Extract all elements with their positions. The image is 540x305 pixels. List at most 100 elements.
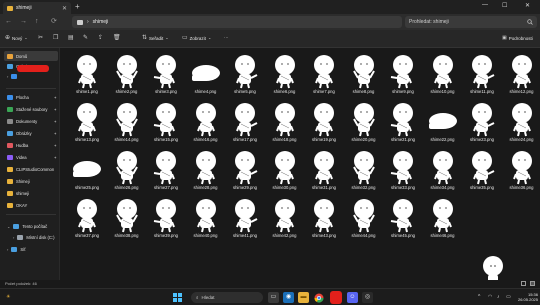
steam-icon[interactable]: ◉	[283, 292, 294, 303]
file-tile[interactable]: shime33.png	[383, 147, 423, 193]
chrome-icon[interactable]	[313, 292, 324, 303]
app-icon[interactable]: ◎	[362, 292, 373, 303]
discord-icon[interactable]: ☺	[347, 292, 358, 303]
weather-icon[interactable]: ☀	[6, 294, 10, 300]
sidebar-item-dokumenty[interactable]: Dokumenty ✦	[4, 116, 58, 126]
file-tile[interactable]: shime37.png	[67, 195, 107, 241]
file-tile[interactable]: shime32.png	[344, 147, 384, 193]
file-tile[interactable]: shime28.png	[186, 147, 226, 193]
details-view-icon[interactable]	[521, 281, 526, 286]
sidebar-item-network[interactable]: › Síť	[4, 244, 58, 254]
file-tile[interactable]: shime6.png	[265, 51, 305, 97]
cut-icon[interactable]: ✂	[38, 35, 43, 41]
file-tile[interactable]: shime16.png	[186, 99, 226, 145]
file-tile[interactable]: shime1.png	[67, 51, 107, 97]
file-tile[interactable]: shime35.png	[462, 147, 502, 193]
clock[interactable]: 15:36 26.05.2025	[514, 292, 538, 302]
sidebar-item-obr-zky[interactable]: Obrázky ✦	[4, 128, 58, 138]
file-tile[interactable]: shime2.png	[107, 51, 147, 97]
breadcrumb-current[interactable]: shimeji	[93, 19, 109, 25]
close-window-button[interactable]: ✕	[525, 2, 530, 9]
volume-icon[interactable]: ♪	[497, 294, 500, 300]
sidebar-item-local-disk[interactable]: › Místní disk (C:)	[10, 232, 64, 242]
tray-overflow-icon[interactable]: ^	[478, 294, 480, 300]
battery-icon[interactable]: ▭	[506, 294, 511, 300]
file-tile[interactable]: shime23.png	[462, 99, 502, 145]
file-tile[interactable]: shime26.png	[107, 147, 147, 193]
file-tile[interactable]: shime30.png	[265, 147, 305, 193]
file-tile[interactable]: shime5.png	[225, 51, 265, 97]
file-tile[interactable]: shime43.png	[304, 195, 344, 241]
file-tile[interactable]: shime40.png	[186, 195, 226, 241]
file-tile[interactable]: shime24.png	[502, 99, 540, 145]
up-arrow-icon[interactable]: ↑	[35, 18, 39, 25]
maximize-button[interactable]: ☐	[502, 2, 507, 9]
taskbar-search[interactable]: ⌕ Hledat	[191, 292, 263, 303]
file-tile[interactable]: shime20.png	[344, 99, 384, 145]
sort-button[interactable]: ⇅ Seřadit ⌄	[142, 35, 169, 41]
file-tile[interactable]: shime11.png	[462, 51, 502, 97]
forward-arrow-icon[interactable]: →	[20, 18, 27, 25]
rename-icon[interactable]: ✎	[83, 35, 88, 41]
file-tile[interactable]: shime25.png	[67, 147, 107, 193]
refresh-icon[interactable]: ⟳	[51, 18, 57, 25]
address-field[interactable]: › shimeji	[72, 16, 402, 28]
file-tile[interactable]: shime7.png	[304, 51, 344, 97]
file-tile[interactable]: shime12.png	[502, 51, 540, 97]
file-tile[interactable]: shime21.png	[383, 99, 423, 145]
details-button[interactable]: ▣ Podrobnosti	[502, 35, 533, 41]
file-tile[interactable]: shime15.png	[146, 99, 186, 145]
search-input[interactable]: Prohledat: shimeji	[405, 16, 537, 28]
new-button[interactable]: ⊕ Nový ⌄	[5, 35, 28, 41]
file-tile[interactable]: shime22.png	[423, 99, 463, 145]
file-tile[interactable]: shime10.png	[423, 51, 463, 97]
sidebar-item-this-pc[interactable]: ⌄ Tento počítač	[4, 221, 58, 231]
redacted-app-icon[interactable]	[330, 291, 342, 304]
file-tile[interactable]: shime13.png	[67, 99, 107, 145]
more-options-button[interactable]: ···	[224, 35, 229, 40]
file-tile[interactable]: shime14.png	[107, 99, 147, 145]
sidebar-item-clipstudiocommon[interactable]: CLIPStudioCommon	[4, 164, 58, 174]
file-tile[interactable]: shime9.png	[383, 51, 423, 97]
file-tile[interactable]: shime41.png	[225, 195, 265, 241]
paste-icon[interactable]: ▤	[68, 35, 74, 41]
wifi-icon[interactable]: ◠	[488, 294, 492, 300]
file-tile[interactable]: shime36.png	[502, 147, 540, 193]
sidebar-item-videa[interactable]: Videa ✦	[4, 152, 58, 162]
file-tile[interactable]: shime45.png	[383, 195, 423, 241]
delete-icon[interactable]: 🗑	[113, 35, 121, 41]
sidebar-item-sta-en-soubory[interactable]: Stažené soubory ✦	[4, 104, 58, 114]
copy-icon[interactable]: ❐	[53, 35, 58, 41]
tab-shimeji[interactable]: shimeji ✕	[3, 2, 71, 14]
file-explorer-icon[interactable]: ▬	[298, 292, 309, 303]
sidebar-item-home[interactable]: Domů	[4, 51, 58, 61]
sidebar-item-hudba[interactable]: Hudba ✦	[4, 140, 58, 150]
tiles-view-icon[interactable]	[530, 281, 535, 286]
sidebar-item-okay[interactable]: OKAY	[4, 200, 58, 210]
minimize-button[interactable]: —	[482, 2, 488, 8]
file-tile[interactable]: shime42.png	[265, 195, 305, 241]
file-tile[interactable]: shime18.png	[265, 99, 305, 145]
new-tab-button[interactable]: +	[75, 3, 80, 11]
sidebar-item-shimeji[interactable]: Shimeji	[4, 176, 58, 186]
tab-close-icon[interactable]: ✕	[62, 5, 67, 12]
sidebar-item-onedrive[interactable]: ›	[4, 71, 58, 81]
start-button[interactable]	[172, 292, 183, 303]
file-tile[interactable]: shime31.png	[304, 147, 344, 193]
sidebar-item-shimeji[interactable]: shimeji	[4, 188, 58, 198]
file-tile[interactable]: shime8.png	[344, 51, 384, 97]
file-tile[interactable]: shime29.png	[225, 147, 265, 193]
file-tile[interactable]: shime19.png	[304, 99, 344, 145]
file-tile[interactable]: shime39.png	[146, 195, 186, 241]
file-tile[interactable]: shime44.png	[344, 195, 384, 241]
share-icon[interactable]: ⇪	[98, 35, 103, 41]
view-button[interactable]: ▭ Zobrazit ⌄	[182, 35, 211, 41]
file-tile[interactable]: shime27.png	[146, 147, 186, 193]
file-tile[interactable]: shime46.png	[423, 195, 463, 241]
sidebar-item-plocha[interactable]: Plocha ✦	[4, 92, 58, 102]
file-tile[interactable]: shime34.png	[423, 147, 463, 193]
back-arrow-icon[interactable]: ←	[5, 18, 12, 25]
task-view-icon[interactable]: ▭	[268, 292, 279, 303]
file-tile[interactable]: shime17.png	[225, 99, 265, 145]
file-tile[interactable]: shime3.png	[146, 51, 186, 97]
